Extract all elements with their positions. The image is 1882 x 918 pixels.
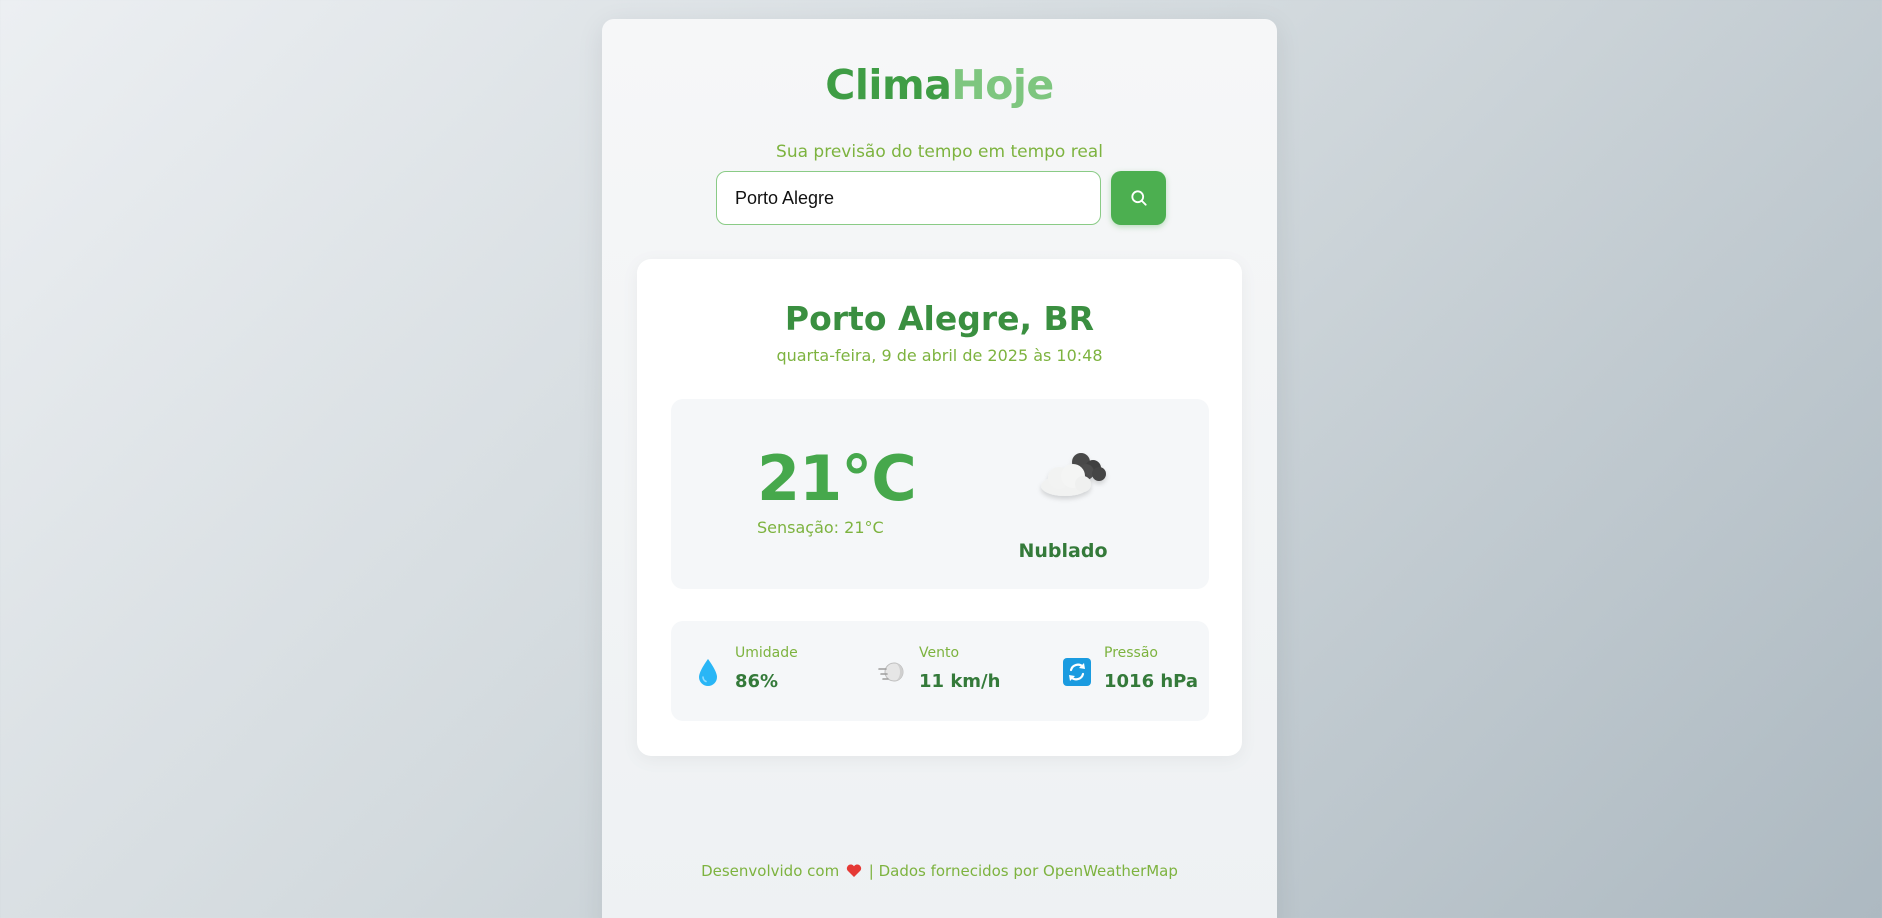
brand-part-2: Hoje: [951, 61, 1054, 109]
app-logo: ClimaHoje: [602, 59, 1277, 111]
heart-icon: [846, 864, 862, 877]
pressure-icon: [1062, 655, 1092, 689]
current-weather-panel: 21°C Sensação: 21°C Nublado: [671, 399, 1209, 589]
weather-card: Porto Alegre, BR quarta-feira, 9 de abri…: [637, 259, 1242, 756]
stat-label: Vento: [919, 645, 960, 661]
search-button[interactable]: [1111, 171, 1166, 225]
footer-text-before: Desenvolvido com: [701, 862, 840, 880]
wind-icon: [877, 655, 907, 689]
brand-part-1: Clima: [825, 61, 952, 109]
footer-text-after: | Dados fornecidos por OpenWeatherMap: [868, 862, 1178, 880]
app-container: ClimaHoje Sua previsão do tempo em tempo…: [602, 19, 1277, 918]
stat-label: Pressão: [1104, 645, 1158, 661]
feels-like: Sensação: 21°C: [757, 518, 884, 537]
stat-value: 86%: [735, 671, 779, 692]
temperature: 21°C: [757, 442, 917, 515]
stat-label: Umidade: [735, 645, 798, 661]
app-subtitle: Sua previsão do tempo em tempo real: [776, 142, 1103, 162]
weather-description: Nublado: [1018, 540, 1108, 562]
stat-value: 11 km/h: [919, 671, 1001, 692]
search-icon: [1130, 190, 1147, 206]
droplet-icon: [693, 655, 723, 689]
stat-value: 1016 hPa: [1104, 671, 1199, 692]
footer: Desenvolvido com | Dados fornecidos por …: [602, 862, 1277, 880]
city-name: Porto Alegre, BR: [784, 299, 1095, 338]
weather-stats: Umidade 86% Vento 11 km/h Pressão 1016 h…: [671, 621, 1209, 721]
cloudy-icon: [1041, 453, 1106, 496]
date-time: quarta-feira, 9 de abril de 2025 às 10:4…: [776, 346, 1103, 365]
city-search-input[interactable]: [716, 171, 1101, 225]
